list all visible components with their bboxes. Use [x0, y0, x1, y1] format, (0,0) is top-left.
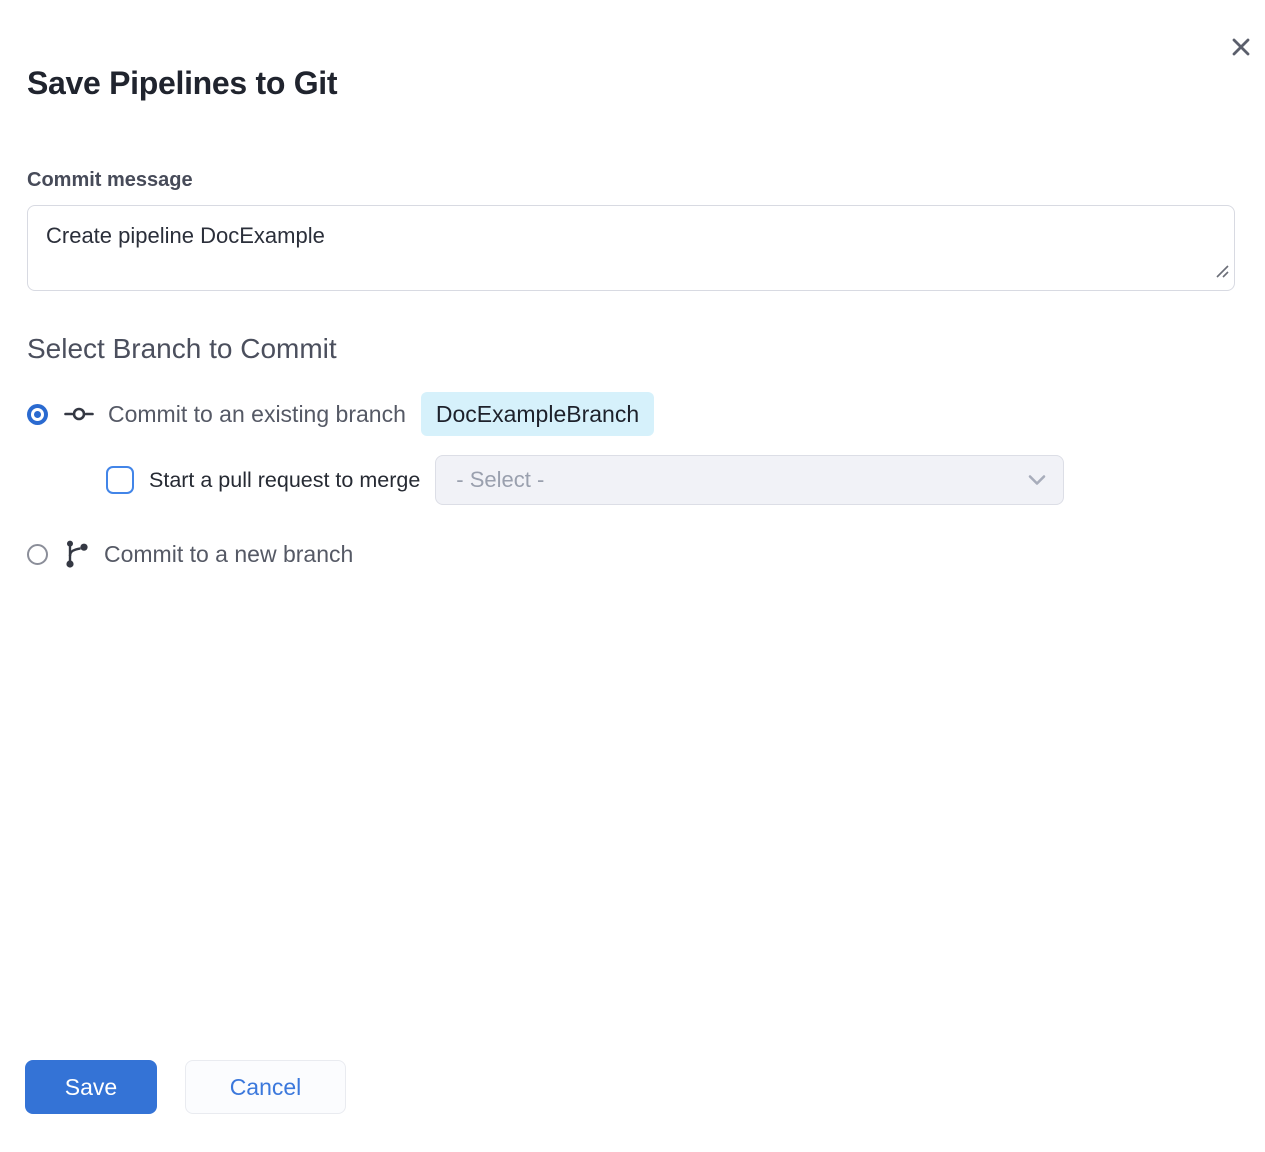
- pull-request-checkbox[interactable]: [106, 466, 134, 494]
- new-branch-row: Commit to a new branch: [27, 536, 1235, 572]
- modal-title: Save Pipelines to Git: [27, 0, 1235, 103]
- pull-request-row: Start a pull request to merge - Select -: [106, 455, 1235, 505]
- modal-footer: Save Cancel: [25, 1060, 346, 1114]
- target-branch-select[interactable]: - Select -: [435, 455, 1064, 505]
- pull-request-label[interactable]: Start a pull request to merge: [149, 467, 420, 494]
- commit-message-label: Commit message: [27, 168, 1235, 192]
- cancel-button[interactable]: Cancel: [185, 1060, 346, 1114]
- target-branch-select-value: - Select -: [456, 467, 544, 493]
- save-button[interactable]: Save: [25, 1060, 157, 1114]
- branch-section-heading: Select Branch to Commit: [27, 332, 1235, 366]
- chevron-down-icon: [1027, 474, 1047, 486]
- save-pipelines-modal: Save Pipelines to Git Commit message Cre…: [0, 0, 1265, 1152]
- existing-branch-radio[interactable]: [27, 404, 48, 425]
- git-commit-icon: [64, 404, 94, 424]
- new-branch-label[interactable]: Commit to a new branch: [104, 539, 353, 569]
- commit-message-wrap: Create pipeline DocExample: [27, 205, 1235, 291]
- existing-branch-row: Commit to an existing branch DocExampleB…: [27, 392, 1235, 436]
- commit-message-input[interactable]: Create pipeline DocExample: [27, 205, 1235, 291]
- close-icon: [1230, 36, 1252, 58]
- new-branch-radio[interactable]: [27, 544, 48, 565]
- branch-name-badge: DocExampleBranch: [421, 392, 654, 436]
- existing-branch-label[interactable]: Commit to an existing branch: [108, 399, 406, 429]
- git-branch-icon: [64, 539, 90, 569]
- close-button[interactable]: [1227, 33, 1255, 61]
